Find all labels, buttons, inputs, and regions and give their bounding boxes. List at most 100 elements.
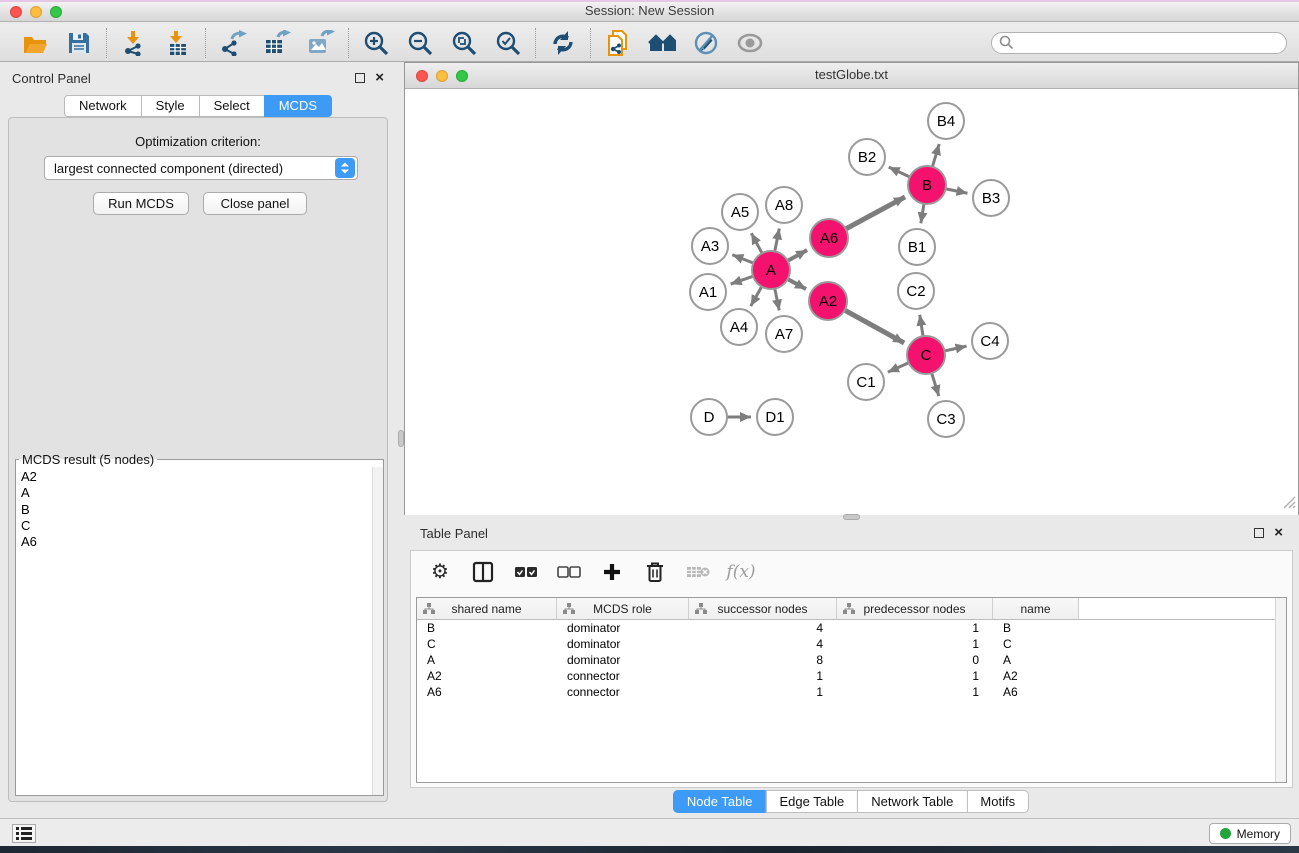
vertical-split-handle[interactable] (398, 430, 404, 447)
open-session-icon[interactable] (21, 29, 49, 57)
criterion-value: largest connected component (directed) (45, 161, 335, 176)
table-cell[interactable]: 1 (837, 684, 993, 700)
tab-select[interactable]: Select (199, 95, 264, 117)
title-bar: Session: New Session (0, 0, 1299, 22)
zoom-out-icon[interactable] (406, 29, 434, 57)
graph-node-label-A7: A7 (775, 326, 793, 343)
import-table-icon[interactable] (164, 29, 192, 57)
refresh-icon[interactable] (549, 29, 577, 57)
table-row[interactable]: A2connector11A2 (417, 668, 1286, 684)
table-scrollbar[interactable] (1275, 598, 1286, 782)
minimize-window-button[interactable] (30, 6, 42, 18)
close-panel-icon[interactable]: × (375, 73, 384, 83)
function-builder-icon[interactable]: f(x) (728, 559, 754, 585)
memory-button[interactable]: Memory (1209, 823, 1291, 844)
table-row[interactable]: Bdominator41B (417, 620, 1286, 636)
export-network-icon[interactable] (219, 29, 247, 57)
table-cell[interactable]: connector (557, 668, 689, 684)
table-cell[interactable]: 8 (689, 652, 837, 668)
tab-edge-table[interactable]: Edge Table (765, 790, 857, 813)
table-cell[interactable]: 4 (689, 636, 837, 652)
run-mcds-button[interactable]: Run MCDS (93, 192, 189, 215)
delete-table-icon[interactable] (685, 559, 711, 585)
result-item[interactable]: A (17, 485, 371, 501)
export-image-icon[interactable] (307, 29, 335, 57)
column-header-shared-name[interactable]: shared name (417, 598, 557, 619)
zoom-selected-icon[interactable] (494, 29, 522, 57)
table-row[interactable]: Cdominator41C (417, 636, 1286, 652)
graph-node-label-A1: A1 (699, 284, 717, 301)
float-panel-icon[interactable] (355, 73, 365, 83)
deselect-all-icon[interactable] (556, 559, 582, 585)
table-cell[interactable]: A2 (417, 668, 557, 684)
network-view-window: testGlobe.txt AA1A2A3A4A5A6A7A8BB1B2B3B4… (404, 62, 1299, 515)
tab-network[interactable]: Network (64, 95, 141, 117)
result-scrollbar[interactable] (372, 467, 383, 795)
add-row-icon[interactable] (599, 559, 625, 585)
column-header-name[interactable]: name (993, 598, 1079, 619)
import-network-icon[interactable] (120, 29, 148, 57)
tab-network-table[interactable]: Network Table (857, 790, 966, 813)
table-cell[interactable]: 0 (837, 652, 993, 668)
table-cell[interactable]: dominator (557, 652, 689, 668)
table-cell[interactable]: A2 (993, 668, 1079, 684)
table-cell[interactable]: 1 (837, 620, 993, 636)
close-network-button[interactable] (416, 70, 428, 82)
select-all-icon[interactable] (513, 559, 539, 585)
tab-style[interactable]: Style (141, 95, 199, 117)
minimize-network-button[interactable] (436, 70, 448, 82)
tab-mcds[interactable]: MCDS (264, 95, 332, 117)
toggle-graphics-details-icon[interactable] (692, 29, 720, 57)
new-network-from-selection-icon[interactable] (604, 29, 632, 57)
zoom-network-button[interactable] (456, 70, 468, 82)
table-cell[interactable]: A (417, 652, 557, 668)
tab-node-table[interactable]: Node Table (673, 790, 766, 813)
close-panel-button[interactable]: Close panel (203, 192, 307, 215)
result-item[interactable]: C (17, 518, 371, 534)
table-cell[interactable]: dominator (557, 636, 689, 652)
zoom-fit-icon[interactable] (450, 29, 478, 57)
table-cell[interactable]: A6 (993, 684, 1079, 700)
result-item[interactable]: B (17, 502, 371, 518)
table-cell[interactable]: 1 (837, 668, 993, 684)
table-cell[interactable]: C (993, 636, 1079, 652)
criterion-dropdown[interactable]: largest connected component (directed) (44, 156, 358, 180)
zoom-in-icon[interactable] (362, 29, 390, 57)
close-window-button[interactable] (10, 6, 22, 18)
table-cell[interactable]: 1 (689, 668, 837, 684)
table-cell[interactable]: A6 (417, 684, 557, 700)
table-cell[interactable]: dominator (557, 620, 689, 636)
table-cell[interactable]: A (993, 652, 1079, 668)
column-header-successor-nodes[interactable]: successor nodes (689, 598, 837, 619)
table-cell[interactable]: connector (557, 684, 689, 700)
table-settings-icon[interactable]: ⚙ (427, 559, 453, 585)
close-table-panel-icon[interactable]: × (1274, 528, 1283, 538)
tab-motifs[interactable]: Motifs (966, 790, 1029, 813)
table-cell[interactable]: 1 (837, 636, 993, 652)
network-graph-canvas[interactable]: AA1A2A3A4A5A6A7A8BB1B2B3B4CC1C2C3C4DD1 (405, 89, 1298, 515)
birds-eye-view-icon[interactable] (736, 29, 764, 57)
zoom-window-button[interactable] (50, 6, 62, 18)
search-input[interactable] (1014, 36, 1279, 50)
column-header-MCDS-role[interactable]: MCDS role (557, 598, 689, 619)
result-item[interactable]: A6 (17, 534, 371, 550)
home-icon[interactable] (648, 29, 676, 57)
table-cell[interactable]: B (417, 620, 557, 636)
export-table-icon[interactable] (263, 29, 291, 57)
save-session-icon[interactable] (65, 29, 93, 57)
result-item[interactable]: A2 (17, 469, 371, 485)
table-cell[interactable]: 1 (689, 684, 837, 700)
delete-row-icon[interactable] (642, 559, 668, 585)
window-resize-grip[interactable] (1283, 496, 1296, 512)
column-layout-icon[interactable] (470, 559, 496, 585)
table-cell[interactable]: 4 (689, 620, 837, 636)
column-header-predecessor-nodes[interactable]: predecessor nodes (837, 598, 993, 619)
mcds-result-list[interactable]: A2ABCA6 (17, 469, 371, 794)
table-cell[interactable]: C (417, 636, 557, 652)
search-field[interactable] (991, 32, 1287, 54)
float-table-panel-icon[interactable] (1254, 528, 1264, 538)
table-cell[interactable]: B (993, 620, 1079, 636)
task-history-button[interactable] (12, 824, 36, 843)
table-row[interactable]: Adominator80A (417, 652, 1286, 668)
table-row[interactable]: A6connector11A6 (417, 684, 1286, 700)
